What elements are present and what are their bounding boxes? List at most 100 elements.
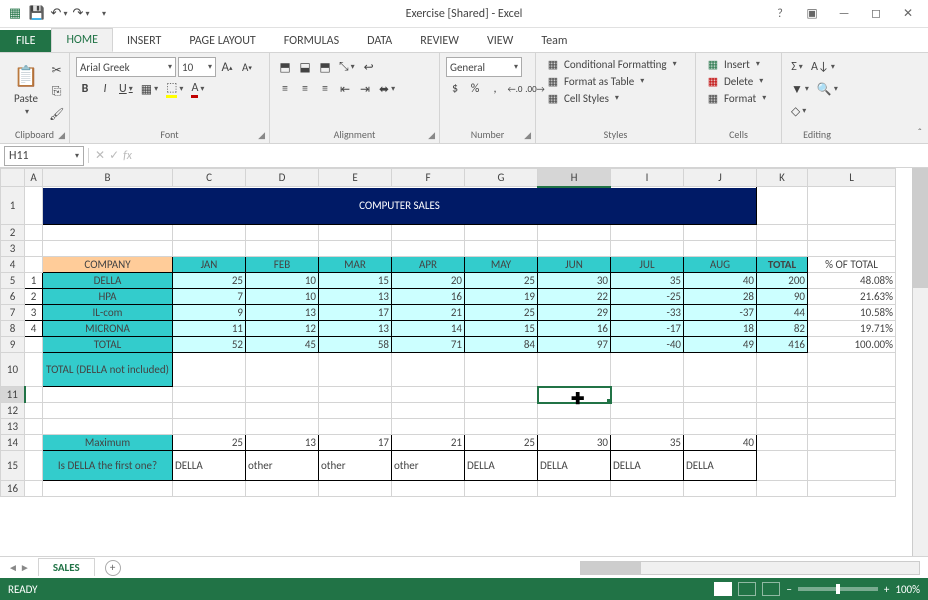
cell[interactable] xyxy=(465,419,538,435)
totals-cell[interactable]: 97 xyxy=(538,337,611,353)
paste-button[interactable]: 📋 Paste ▾ xyxy=(6,56,46,124)
align-left-icon[interactable]: ≡ xyxy=(276,79,294,99)
first-cell[interactable]: DELLA xyxy=(684,451,757,481)
fill-icon[interactable]: ▼▾ xyxy=(788,79,812,99)
data-cell[interactable]: 13 xyxy=(246,305,319,321)
data-cell[interactable]: 29 xyxy=(538,305,611,321)
data-cell[interactable]: -25 xyxy=(611,289,684,305)
max-cell[interactable]: 25 xyxy=(465,435,538,451)
border-icon[interactable]: ▦▾ xyxy=(138,79,161,99)
cell[interactable] xyxy=(757,481,808,497)
normal-view-icon[interactable] xyxy=(714,582,732,596)
first-cell[interactable]: DELLA xyxy=(611,451,684,481)
sheet-next-icon[interactable]: ► xyxy=(20,561,30,574)
row-pct[interactable]: 19.71% xyxy=(808,321,896,337)
fx-icon[interactable]: fx xyxy=(123,149,132,163)
decrease-indent-icon[interactable]: ⇤ xyxy=(336,79,354,99)
header-AUG[interactable]: AUG xyxy=(684,257,757,273)
collapse-ribbon-icon[interactable]: ˆ xyxy=(918,126,922,139)
cell[interactable] xyxy=(319,241,392,257)
cell[interactable] xyxy=(684,225,757,241)
header-JUL[interactable]: JUL xyxy=(611,257,684,273)
row-pct[interactable]: 48.08% xyxy=(808,273,896,289)
vscroll-thumb[interactable] xyxy=(913,168,928,288)
cell[interactable] xyxy=(684,387,757,403)
cell[interactable] xyxy=(611,225,684,241)
totals-cell[interactable]: 58 xyxy=(319,337,392,353)
data-cell[interactable]: 21 xyxy=(392,305,465,321)
cell[interactable] xyxy=(684,403,757,419)
row-header-2[interactable]: 2 xyxy=(1,225,25,241)
row-total[interactable]: 82 xyxy=(757,321,808,337)
data-cell[interactable]: 14 xyxy=(392,321,465,337)
cell[interactable] xyxy=(392,419,465,435)
increase-decimal-icon[interactable]: ←.0 xyxy=(506,79,524,99)
cell[interactable] xyxy=(757,435,808,451)
col-header-A[interactable]: A xyxy=(25,169,43,187)
cell[interactable] xyxy=(246,241,319,257)
font-color-icon[interactable]: A▾ xyxy=(188,79,207,99)
data-cell[interactable]: 11 xyxy=(173,321,246,337)
row-header-15[interactable]: 15 xyxy=(1,451,25,481)
cell[interactable] xyxy=(538,353,611,387)
max-cell[interactable]: 17 xyxy=(319,435,392,451)
col-header-B[interactable]: B xyxy=(43,169,173,187)
cell[interactable] xyxy=(465,241,538,257)
format-as-table-button[interactable]: ▦Format as Table▾ xyxy=(542,73,689,89)
cell[interactable] xyxy=(465,225,538,241)
row-header-4[interactable]: 4 xyxy=(1,257,25,273)
align-top-icon[interactable]: ⬒ xyxy=(276,57,294,77)
cell[interactable] xyxy=(43,225,173,241)
data-cell[interactable]: 25 xyxy=(173,273,246,289)
cell[interactable] xyxy=(808,419,896,435)
cell[interactable] xyxy=(392,241,465,257)
cell[interactable] xyxy=(173,403,246,419)
totals-total[interactable]: 416 xyxy=(757,337,808,353)
cell[interactable] xyxy=(684,353,757,387)
name-box[interactable]: H11▾ xyxy=(4,146,84,166)
cell[interactable] xyxy=(25,403,43,419)
formula-input[interactable] xyxy=(138,146,928,166)
row-header-13[interactable]: 13 xyxy=(1,419,25,435)
data-cell[interactable]: 35 xyxy=(611,273,684,289)
cut-icon[interactable]: ✂ xyxy=(46,60,67,80)
cell[interactable] xyxy=(757,241,808,257)
exclude-label[interactable]: TOTAL (DELLA not included) xyxy=(43,353,173,387)
cell[interactable] xyxy=(611,241,684,257)
cell[interactable] xyxy=(465,387,538,403)
first-cell[interactable]: other xyxy=(392,451,465,481)
header-MAY[interactable]: MAY xyxy=(465,257,538,273)
cell[interactable] xyxy=(757,403,808,419)
row-name[interactable]: IL-com xyxy=(43,305,173,321)
alignment-launcher-icon[interactable]: ◢ xyxy=(428,130,435,141)
format-cells-button[interactable]: ▦Format▾ xyxy=(702,90,775,106)
first-cell[interactable]: DELLA xyxy=(538,451,611,481)
totals-cell[interactable]: 71 xyxy=(392,337,465,353)
cell[interactable] xyxy=(392,225,465,241)
col-header-corner[interactable] xyxy=(1,169,25,187)
title-cell[interactable]: COMPUTER SALES xyxy=(43,187,757,225)
minimize-icon[interactable]: — xyxy=(830,3,858,25)
data-cell[interactable]: 25 xyxy=(465,305,538,321)
clipboard-launcher-icon[interactable]: ◢ xyxy=(58,130,65,141)
totals-pct[interactable]: 100.00% xyxy=(808,337,896,353)
number-format-select[interactable]: General▾ xyxy=(446,57,522,77)
delete-cells-button[interactable]: ▦Delete▾ xyxy=(702,73,775,89)
cell[interactable] xyxy=(246,225,319,241)
cell[interactable] xyxy=(757,225,808,241)
data-cell[interactable]: -17 xyxy=(611,321,684,337)
data-cell[interactable]: -37 xyxy=(684,305,757,321)
first-cell[interactable]: DELLA xyxy=(465,451,538,481)
cell[interactable] xyxy=(319,225,392,241)
header-pct[interactable]: % OF TOTAL xyxy=(808,257,896,273)
help-icon[interactable]: ? xyxy=(766,3,794,25)
increase-indent-icon[interactable]: ⇥ xyxy=(356,79,374,99)
align-middle-icon[interactable]: ⬓ xyxy=(296,57,314,77)
data-cell[interactable]: 20 xyxy=(392,273,465,289)
first-cell[interactable]: other xyxy=(319,451,392,481)
header-FEB[interactable]: FEB xyxy=(246,257,319,273)
header-company[interactable]: COMPANY xyxy=(43,257,173,273)
data-cell[interactable]: 16 xyxy=(392,289,465,305)
first-label[interactable]: Is DELLA the first one? xyxy=(43,451,173,481)
zoom-out-icon[interactable]: − xyxy=(786,583,791,596)
